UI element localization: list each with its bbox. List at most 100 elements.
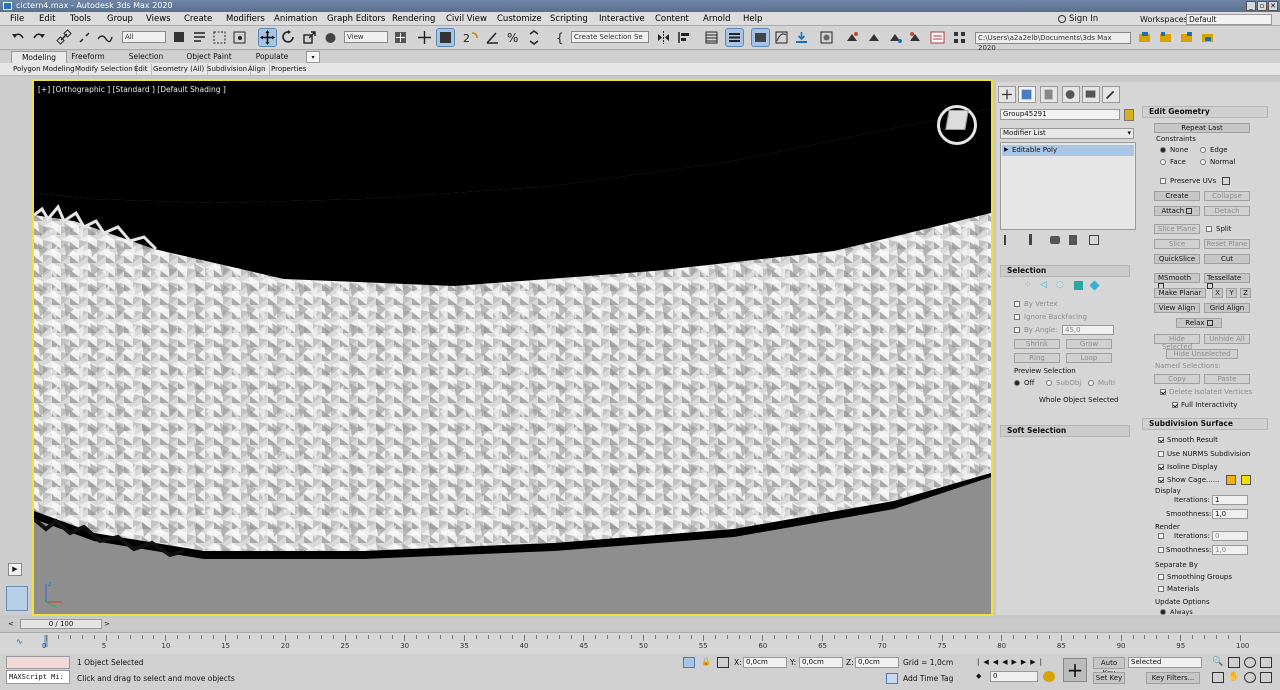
by-vertex-checkbox[interactable] — [1014, 301, 1020, 307]
hierarchy-tab-icon[interactable] — [1040, 86, 1058, 103]
full-interactivity-checkbox[interactable] — [1172, 402, 1178, 408]
menu-edit[interactable]: Edit — [39, 13, 55, 25]
ring-button[interactable]: Ring — [1014, 353, 1060, 363]
link-icon[interactable] — [56, 29, 73, 46]
constraint-normal-radio[interactable] — [1200, 159, 1206, 165]
time-tag-icon[interactable] — [886, 673, 898, 684]
selection-lock-icon[interactable]: 🔒 — [701, 657, 713, 668]
render-setup-icon[interactable] — [844, 29, 861, 46]
constraint-face-radio[interactable] — [1160, 159, 1166, 165]
preview-multi-radio[interactable] — [1088, 380, 1094, 386]
relax-button[interactable]: Relax — [1176, 318, 1222, 328]
time-config-icon[interactable] — [1043, 671, 1055, 682]
pin-stack-icon[interactable] — [1004, 235, 1013, 245]
ribbon-sub-geometry-all[interactable]: Geometry (All) — [150, 64, 209, 75]
constraint-edge-radio[interactable] — [1200, 147, 1206, 153]
align-icon[interactable] — [676, 29, 693, 46]
preview-off-radio[interactable] — [1014, 380, 1020, 386]
create-button[interactable]: Create — [1154, 191, 1200, 201]
maxscript-mini-listener[interactable]: MAXScript Mi: — [6, 670, 70, 684]
preserve-uvs-settings-icon[interactable] — [1222, 177, 1230, 185]
menu-civil-view[interactable]: Civil View — [446, 13, 487, 25]
key-filters-button[interactable]: Key Filters... — [1146, 672, 1200, 684]
ribbon-sub-properties[interactable]: Properties — [268, 64, 309, 75]
paste-button[interactable]: Paste — [1204, 374, 1250, 384]
preserve-uvs-checkbox[interactable] — [1160, 178, 1166, 184]
key-mode-icon[interactable]: ◆ — [976, 672, 986, 682]
mirror-icon[interactable] — [655, 29, 672, 46]
menu-customize[interactable]: Customize — [497, 13, 542, 25]
hide-selected-button[interactable]: Hide Selected — [1154, 334, 1200, 351]
ribbon-sub-modify-selection[interactable]: Modify Selection — [72, 64, 137, 75]
cut-button[interactable]: Cut — [1204, 254, 1250, 264]
menu-content[interactable]: Content — [655, 13, 689, 25]
ribbon-sub-edit[interactable]: Edit — [131, 64, 152, 75]
copy-button[interactable]: Copy — [1154, 374, 1200, 384]
angle-snap-icon[interactable] — [484, 29, 501, 46]
slice-plane-button[interactable]: Slice Plane — [1154, 224, 1200, 234]
stack-item-editable-poly[interactable]: Editable Poly — [1002, 145, 1134, 156]
planar-x-button[interactable]: X — [1212, 288, 1223, 298]
planar-y-button[interactable]: Y — [1226, 288, 1237, 298]
ribbon-sub-polygon-modeling[interactable]: Polygon Modeling — [10, 64, 79, 75]
edit-named-selection-icon[interactable]: { — [553, 29, 570, 46]
time-next-icon[interactable]: > — [104, 619, 114, 629]
attach-list-icon[interactable] — [1186, 208, 1193, 214]
repeat-last-button[interactable]: Repeat Last — [1154, 123, 1250, 133]
split-checkbox[interactable] — [1206, 226, 1212, 232]
menu-tools[interactable]: Tools — [70, 13, 91, 25]
render-in-cloud-icon[interactable] — [929, 29, 946, 46]
view-align-button[interactable]: View Align — [1154, 303, 1200, 313]
cage-color-swatch-1[interactable] — [1226, 475, 1236, 485]
x-coord-field[interactable]: 0,0cm — [743, 657, 787, 668]
menu-modifiers[interactable]: Modifiers — [226, 13, 265, 25]
use-nurms-checkbox[interactable] — [1158, 451, 1164, 457]
ribbon-toggle-icon[interactable] — [751, 28, 770, 47]
project-folder-path[interactable]: C:\Users\a2a2elb\Documents\3ds Max 2020 — [975, 32, 1131, 52]
redo-icon[interactable] — [30, 29, 47, 46]
object-color-swatch[interactable] — [1124, 109, 1134, 121]
unhide-all-button[interactable]: Unhide All — [1204, 334, 1250, 344]
maximize-viewport-icon[interactable] — [1260, 672, 1272, 683]
modify-tab-icon[interactable] — [1018, 86, 1036, 103]
select-manipulate-icon[interactable] — [416, 29, 433, 46]
playback-controls[interactable]: |◀◀◀▶▶▶| — [977, 657, 1055, 667]
by-angle-spinner[interactable]: 45,0 — [1062, 325, 1114, 335]
ribbon-sub-align[interactable]: Align — [245, 64, 270, 75]
percent-snap-icon[interactable]: % — [505, 29, 522, 46]
project-folder-icon[interactable] — [1136, 29, 1153, 46]
zoom-icon[interactable]: 🔍 — [1212, 657, 1224, 668]
vertex-mode-icon[interactable]: ⁘ — [1024, 281, 1033, 290]
sign-in-button[interactable]: Sign In — [1058, 13, 1098, 25]
pivot-center-icon[interactable] — [392, 29, 409, 46]
snaps-toggle-icon[interactable]: 2 — [462, 29, 479, 46]
edit-geometry-rollout-header[interactable]: Edit Geometry — [1142, 106, 1268, 118]
key-set-select[interactable]: Selected — [1128, 657, 1202, 668]
menu-scripting[interactable]: Scripting — [550, 13, 588, 25]
absolute-mode-icon[interactable] — [717, 657, 729, 668]
spinner-snap-icon[interactable] — [526, 29, 543, 46]
show-end-result-icon[interactable] — [1029, 234, 1032, 245]
rect-selection-icon[interactable] — [211, 29, 228, 46]
schematic-view-icon[interactable] — [793, 29, 810, 46]
quickslice-button[interactable]: QuickSlice — [1154, 254, 1200, 264]
current-frame-field[interactable]: 0 — [990, 671, 1038, 682]
motion-tab-icon[interactable] — [1062, 86, 1080, 103]
smoothing-groups-checkbox[interactable] — [1158, 574, 1164, 580]
menu-create[interactable]: Create — [184, 13, 212, 25]
scene-explorer-icon[interactable] — [703, 29, 720, 46]
viewcube[interactable] — [945, 110, 969, 130]
a360-gallery-icon[interactable] — [951, 29, 968, 46]
polygon-mode-icon[interactable] — [1074, 281, 1083, 290]
grow-button[interactable]: Grow — [1066, 339, 1112, 349]
viewport-label[interactable]: [+] [Orthographic ] [Standard ] [Default… — [38, 85, 226, 94]
modifier-list-select[interactable]: Modifier List ▾ — [1000, 128, 1134, 139]
menu-interactive[interactable]: Interactive — [599, 13, 645, 25]
stack-expand-icon[interactable]: ▶ — [1004, 146, 1009, 153]
zoom-all-icon[interactable] — [1228, 657, 1240, 668]
ignore-backfacing-checkbox[interactable] — [1014, 314, 1020, 320]
object-name-field[interactable]: Group45291 — [1000, 109, 1120, 120]
render-iterative-icon[interactable] — [907, 29, 924, 46]
asset-tracking-icon[interactable] — [1199, 29, 1216, 46]
tessellate-button[interactable]: Tessellate — [1204, 273, 1250, 289]
